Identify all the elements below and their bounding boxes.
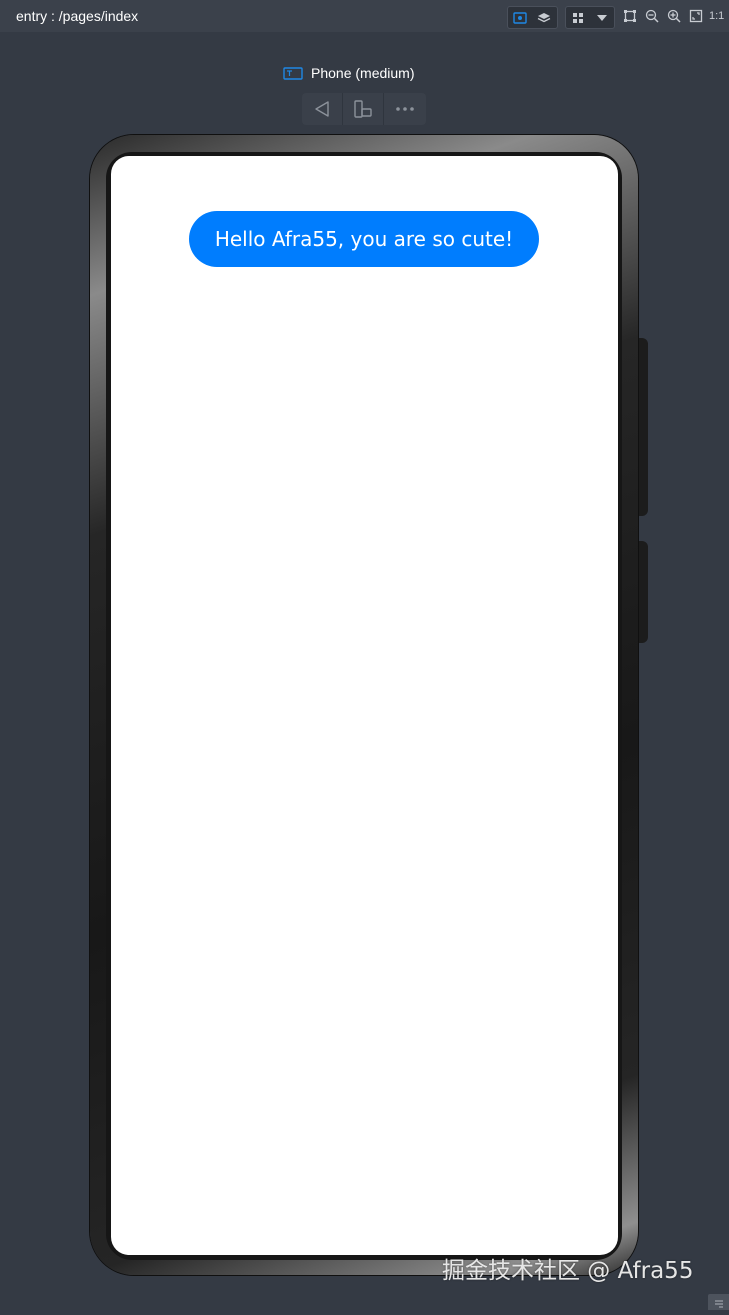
crop-frame-icon [624,10,636,22]
phone-device-icon [283,66,303,80]
actual-size-label: 1:1 [709,10,725,22]
top-toolbar: entry : /pages/index 1:1 [0,0,729,32]
layers-icon [537,12,551,22]
grid-icon [573,12,583,23]
zoom-out-button[interactable] [643,7,661,25]
zoom-in-button[interactable] [665,7,683,25]
preview-eye-icon [513,11,527,24]
fit-screen-button[interactable] [687,7,705,25]
grid-dropdown-group [565,6,615,29]
device-more-button[interactable] [384,93,426,125]
more-icon [396,107,414,111]
hello-button[interactable]: Hello Afra55, you are so cute! [189,211,539,267]
actual-size-button[interactable]: 1:1 [709,7,729,25]
grid-dropdown-button[interactable] [591,7,613,28]
device-selector[interactable]: Phone (medium) [283,63,415,83]
view-toggle-group [507,6,558,29]
phone-screen: Hello Afra55, you are so cute! [111,156,618,1255]
resize-grip-icon[interactable] [708,1294,729,1310]
layers-button[interactable] [533,7,555,28]
device-name-label: Phone (medium) [311,65,415,81]
device-toolbar [302,93,426,125]
zoom-out-icon [645,9,659,23]
back-triangle-icon [315,101,329,117]
crop-frame-button[interactable] [621,7,639,25]
zoom-in-icon [667,9,681,23]
rotate-device-icon [354,100,372,118]
watermark: 掘金技术社区 @ Afra55 [442,1258,694,1284]
preview-eye-button[interactable] [509,7,531,28]
rotate-device-button[interactable] [343,93,384,125]
entry-path-label: entry : /pages/index [16,8,139,24]
chevron-down-icon [597,14,607,21]
grid-button[interactable] [567,7,589,28]
device-back-button[interactable] [302,93,343,125]
fit-screen-icon [689,9,703,23]
